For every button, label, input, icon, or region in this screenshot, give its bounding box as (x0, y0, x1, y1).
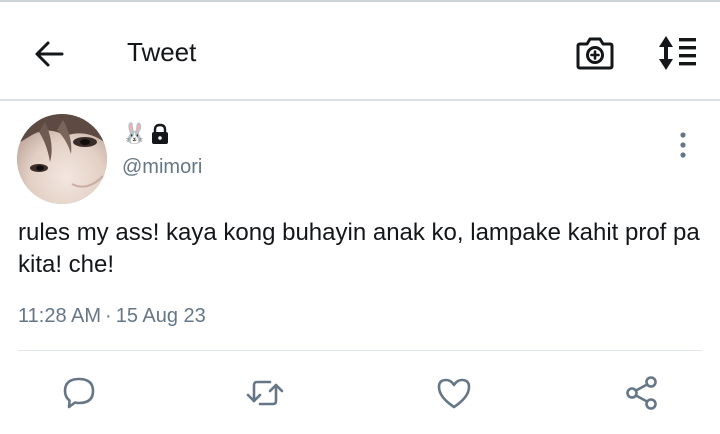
reply-button[interactable] (59, 373, 99, 413)
sort-list-icon (659, 36, 696, 70)
timestamp-separator: · (105, 305, 112, 327)
retweet-button[interactable] (245, 373, 285, 413)
top-app-bar: Tweet (0, 2, 720, 100)
rabbit-emoji: 🐰 (122, 123, 147, 145)
actions-divider (18, 350, 702, 351)
tweet-text: rules my ass! kaya kong buhayin anak ko,… (18, 219, 700, 278)
back-button[interactable] (30, 36, 70, 72)
more-vertical-icon (680, 132, 686, 158)
user-handle[interactable]: @mimori (122, 155, 202, 179)
avatar[interactable] (17, 114, 107, 204)
page-title: Tweet (127, 37, 197, 67)
avatar-photo (17, 114, 107, 204)
tweet-time: 11:28 AM (18, 305, 102, 327)
reply-icon (63, 377, 95, 409)
more-options-button[interactable] (672, 128, 694, 162)
tweet-timestamp: 11:28 AM · 15 Aug 23 (18, 303, 206, 329)
retweet-icon (246, 380, 284, 406)
arrow-left-icon (35, 41, 64, 67)
lock-icon (150, 123, 170, 145)
camera-plus-icon (576, 37, 614, 70)
share-icon (626, 376, 657, 410)
tweet-date: 15 Aug 23 (115, 305, 206, 327)
camera-button[interactable] (574, 33, 616, 73)
like-button[interactable] (434, 373, 474, 413)
heart-icon (437, 378, 471, 409)
sort-button[interactable] (654, 33, 700, 73)
header-divider (0, 99, 720, 101)
share-button[interactable] (622, 373, 662, 413)
